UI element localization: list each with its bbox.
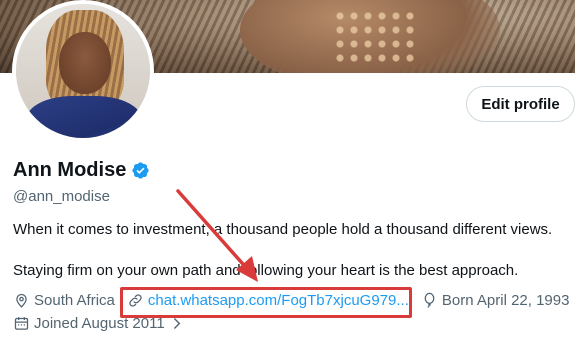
- edit-profile-button[interactable]: Edit profile: [466, 86, 575, 122]
- verified-badge-icon: [132, 162, 149, 179]
- bio-line-2: Staying firm on your own path and follow…: [13, 262, 519, 279]
- name-row: Ann Modise: [13, 159, 150, 182]
- birthdate-text: Born April 22, 1993: [441, 292, 570, 309]
- location-pin-icon: [16, 293, 27, 308]
- annotation-highlight-box: [120, 287, 412, 318]
- profile-handle: @ann_modise: [13, 188, 110, 205]
- profile-name: Ann Modise: [13, 159, 127, 181]
- location-text: South Africa: [34, 292, 115, 309]
- calendar-icon: [14, 317, 29, 330]
- bio-line-1: When it comes to investment, a thousand …: [13, 221, 553, 238]
- avatar[interactable]: [16, 4, 150, 138]
- balloon-icon: [424, 292, 435, 308]
